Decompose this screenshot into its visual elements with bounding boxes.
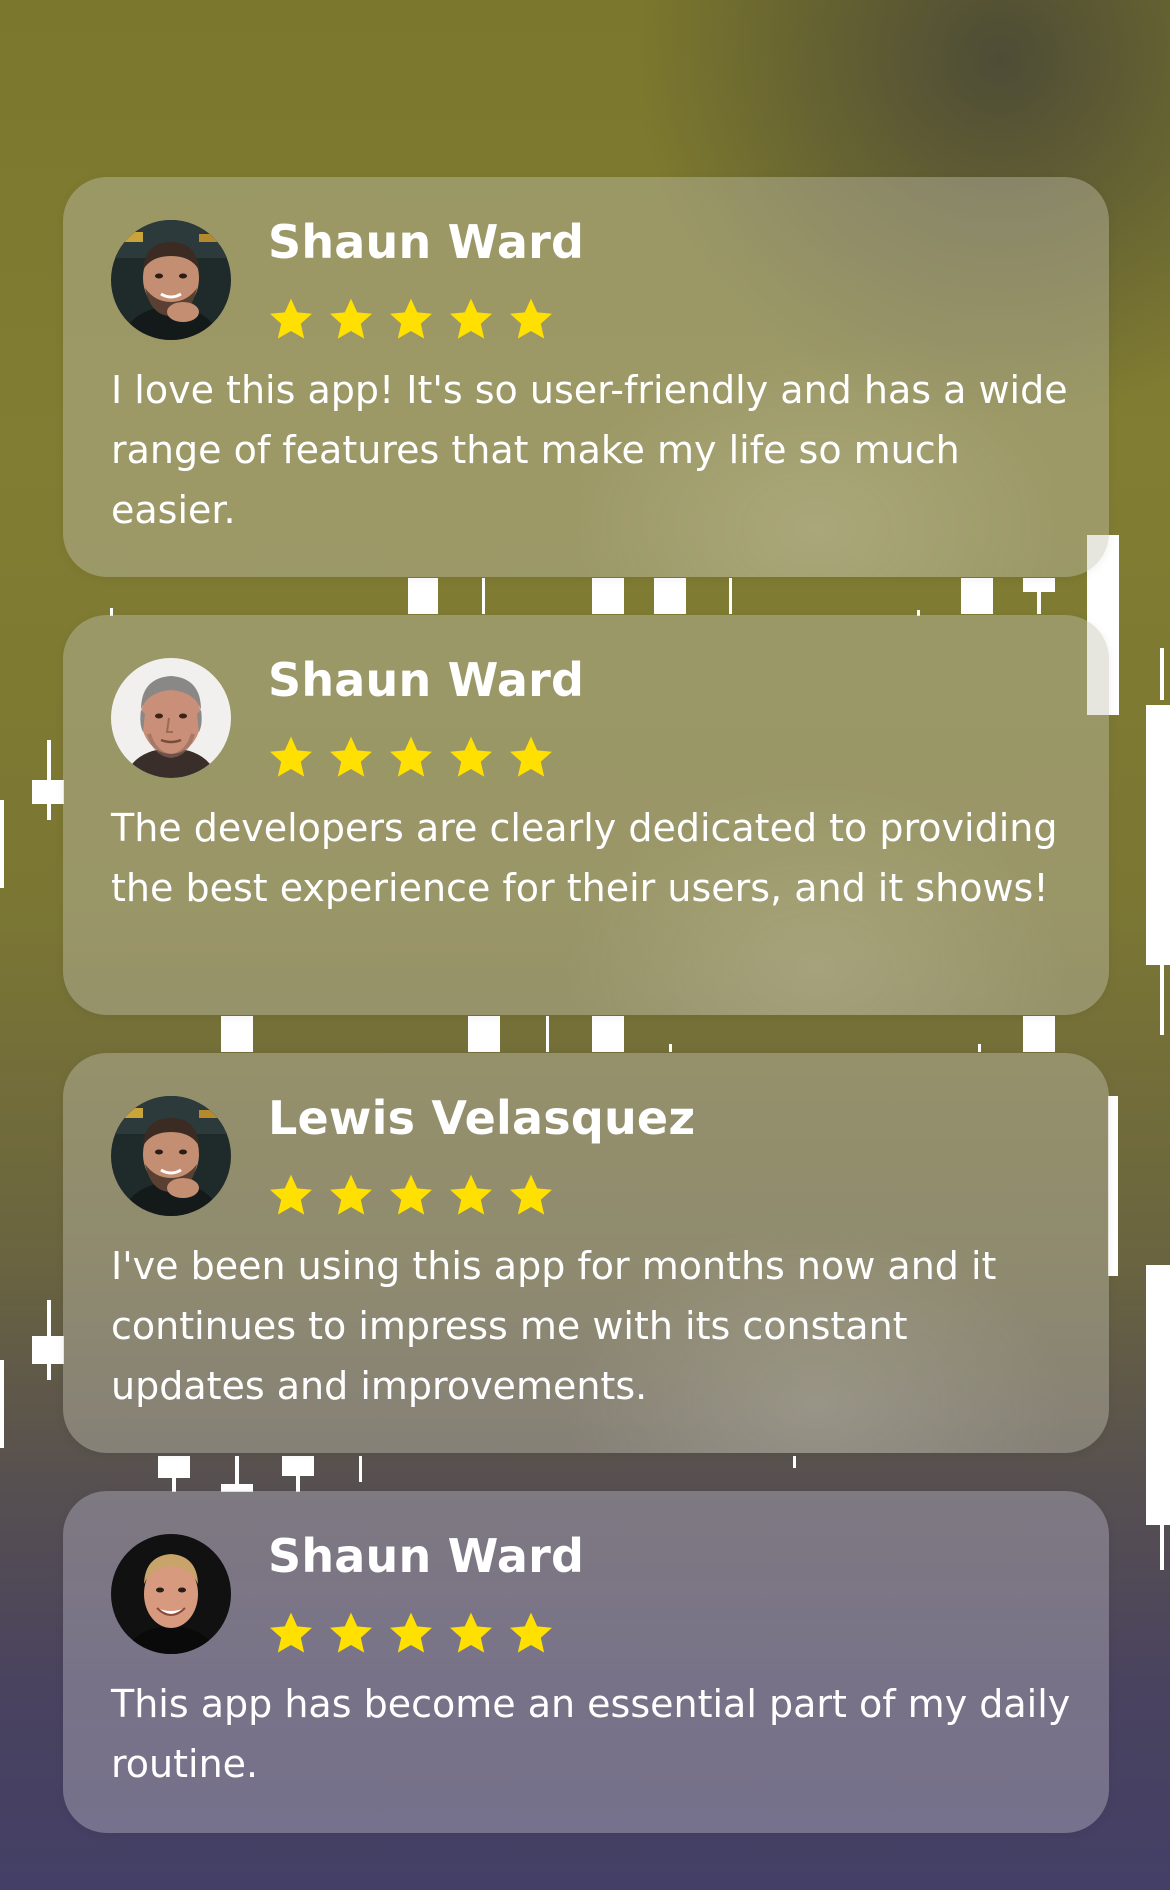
review-card: Lewis Velasquez I've been using this app… xyxy=(63,1053,1109,1453)
reviewer-name: Shaun Ward xyxy=(268,1529,585,1583)
star-icon xyxy=(507,1171,555,1219)
reviewer-name: Shaun Ward xyxy=(268,215,585,269)
star-rating xyxy=(267,295,555,343)
reviewer-name: Lewis Velasquez xyxy=(268,1091,696,1145)
star-icon xyxy=(387,295,435,343)
review-text: I love this app! It's so user-friendly a… xyxy=(111,368,1068,532)
star-icon xyxy=(447,733,495,781)
star-icon xyxy=(267,295,315,343)
star-icon xyxy=(327,1609,375,1657)
star-rating xyxy=(267,733,555,781)
reviewer-avatar xyxy=(111,220,231,340)
star-icon xyxy=(507,1609,555,1657)
star-icon xyxy=(507,733,555,781)
star-icon xyxy=(507,295,555,343)
reviewer-avatar xyxy=(111,1096,231,1216)
star-icon xyxy=(267,1609,315,1657)
star-icon xyxy=(267,1171,315,1219)
reviewer-avatar xyxy=(111,658,231,778)
review-text: The developers are clearly dedicated to … xyxy=(111,806,1058,910)
reviewer-name: Shaun Ward xyxy=(268,653,585,707)
star-icon xyxy=(447,295,495,343)
review-card: Shaun Ward This app has become an essent… xyxy=(63,1491,1109,1833)
review-card: Shaun Ward I love this app! It's so user… xyxy=(63,177,1109,577)
review-text: This app has become an essential part of… xyxy=(111,1682,1071,1786)
star-icon xyxy=(387,733,435,781)
star-icon xyxy=(387,1171,435,1219)
review-card: Shaun Ward The developers are clearly de… xyxy=(63,615,1109,1015)
star-rating xyxy=(267,1609,555,1657)
star-icon xyxy=(327,295,375,343)
star-icon xyxy=(327,1171,375,1219)
star-icon xyxy=(447,1609,495,1657)
star-icon xyxy=(267,733,315,781)
star-icon xyxy=(327,733,375,781)
reviewer-avatar xyxy=(111,1534,231,1654)
star-icon xyxy=(447,1171,495,1219)
star-icon xyxy=(387,1609,435,1657)
star-rating xyxy=(267,1171,555,1219)
review-text: I've been using this app for months now … xyxy=(111,1244,997,1408)
